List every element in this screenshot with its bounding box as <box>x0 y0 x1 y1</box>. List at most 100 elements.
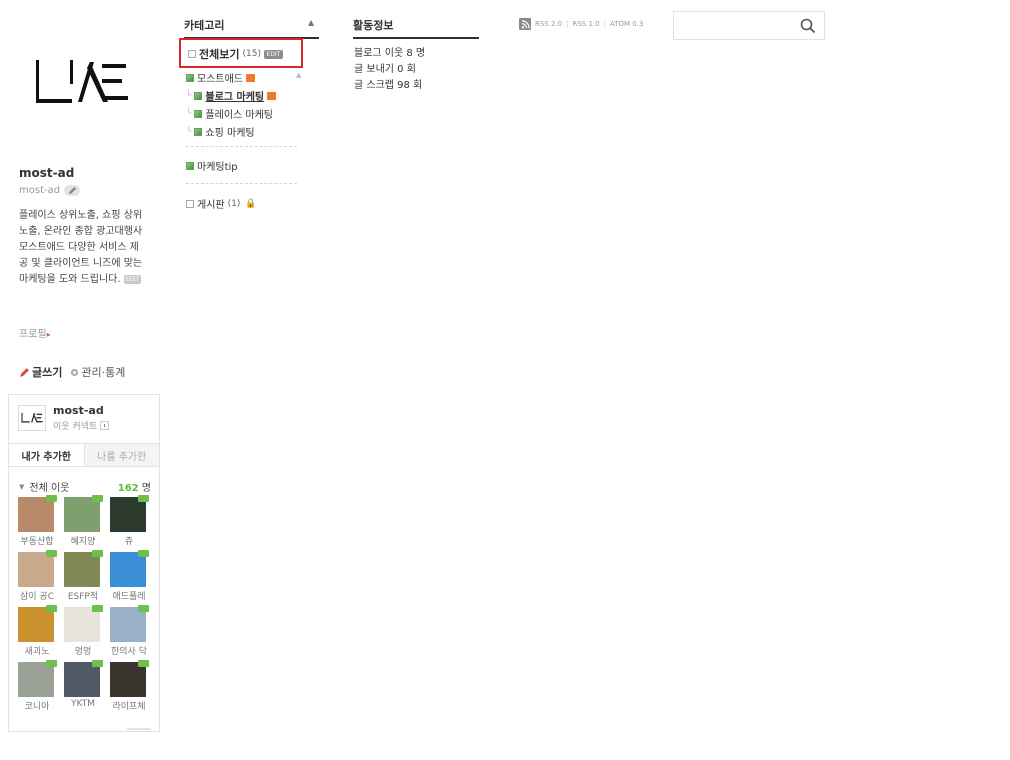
neighbor-label[interactable]: 애드플레 <box>106 589 152 602</box>
atom-link[interactable]: ATOM 0.3 <box>610 20 643 28</box>
activity-scraps: 글 스크랩 98 회 <box>354 80 423 91</box>
write-post-link[interactable]: 글쓰기 <box>19 364 62 380</box>
neighbor-label[interactable]: 코니아 <box>14 699 60 712</box>
category-item[interactable]: 모스트애드 ▲ <box>186 70 301 85</box>
neighbor-label[interactable]: ESFP적 <box>60 589 106 602</box>
category-item[interactable]: └ 블로그 마케팅 <box>186 88 277 103</box>
neighbor-item[interactable]: 라이프체 <box>106 660 155 714</box>
neighbor-label[interactable]: 부동산합 <box>14 534 60 547</box>
neighbor-thumbnail[interactable] <box>110 662 146 697</box>
separator: | <box>603 20 606 28</box>
search-box <box>673 11 825 40</box>
search-icon[interactable] <box>798 16 818 36</box>
category-image-icon <box>186 73 194 82</box>
new-badge <box>92 495 103 502</box>
neighbor-thumbnail[interactable] <box>18 662 54 697</box>
category-item-label: 플레이스 마케팅 <box>205 110 274 121</box>
new-badge <box>138 550 149 557</box>
neighbor-owner-name[interactable]: most-ad <box>53 404 104 417</box>
blog-name[interactable]: most-ad <box>19 166 74 180</box>
neighbor-label[interactable]: 라이프체 <box>106 699 152 712</box>
rss1-link[interactable]: RSS 1.0 <box>572 20 599 28</box>
search-input[interactable] <box>675 13 793 38</box>
neighbor-item[interactable]: 코니아 <box>14 660 63 714</box>
neighbor-item[interactable]: 삼이 공C <box>14 550 63 604</box>
blog-logo[interactable] <box>34 56 130 110</box>
pencil-icon <box>20 367 29 377</box>
tree-branch-icon: └ <box>186 90 192 101</box>
new-badge <box>138 495 149 502</box>
gear-icon <box>71 368 79 376</box>
profile-link[interactable]: 프로필▸ <box>19 325 51 340</box>
category-item-tip[interactable]: 마케팅tip <box>186 158 238 173</box>
new-badge <box>138 605 149 612</box>
pencil-icon[interactable] <box>64 185 81 196</box>
neighbor-thumbnail[interactable] <box>18 607 54 642</box>
neighbor-thumbnail[interactable] <box>110 497 146 532</box>
description-edit-button[interactable]: EDIT <box>123 274 141 284</box>
neighbor-thumbnail[interactable] <box>64 607 100 642</box>
neighbor-item[interactable]: 부동산합 <box>14 495 63 549</box>
chevron-up-icon[interactable]: ▲ <box>308 18 314 27</box>
divider <box>127 728 151 730</box>
tree-branch-icon: └ <box>186 108 192 119</box>
neighbor-count-wrap: 162 명 <box>118 479 151 494</box>
highlight-box <box>179 38 303 68</box>
neighbor-connect-link[interactable]: 이웃 커넥트 <box>53 419 110 432</box>
tab-added-by-me[interactable]: 내가 추가한 <box>9 444 84 466</box>
category-board-label: 게시판 <box>197 200 225 211</box>
neighbor-label[interactable]: 혜지양 <box>60 534 106 547</box>
manage-stats-link[interactable]: 관리·통계 <box>70 364 125 380</box>
new-badge <box>92 605 103 612</box>
category-image-icon <box>194 127 203 136</box>
neighbor-label[interactable]: 쥬 <box>106 534 152 547</box>
rss-icon[interactable] <box>519 18 531 30</box>
neighbor-thumbnail[interactable] <box>64 552 100 587</box>
activity-rule <box>353 37 479 39</box>
neighbor-thumbnail[interactable] <box>64 497 100 532</box>
category-tip-label: 마케팅tip <box>197 162 238 173</box>
lock-icon: 🔒 <box>245 198 257 209</box>
neighbor-thumbnail[interactable] <box>64 662 100 697</box>
neighbor-item[interactable]: 쥬 <box>106 495 155 549</box>
neighbor-item[interactable]: 혜지양 <box>60 495 109 549</box>
neighbor-label[interactable]: 멍멍 <box>60 644 106 657</box>
category-item[interactable]: └ 플레이스 마케팅 <box>186 106 274 122</box>
neighbor-item[interactable]: YKTM <box>60 660 109 714</box>
neighbor-label[interactable]: 한의사 닥 <box>106 644 152 657</box>
neighbor-avatar[interactable] <box>18 405 46 431</box>
chevron-up-icon[interactable]: ▲ <box>296 71 301 79</box>
new-badge <box>46 495 57 502</box>
blog-description: 플레이스 상위노출, 쇼핑 상위노출, 온라인 종합 광고대행사 모스트애드 다… <box>19 208 143 288</box>
blog-id: most-ad <box>19 185 61 196</box>
neighbor-item[interactable]: 애드플레 <box>106 550 155 604</box>
neighbor-item[interactable]: 한의사 닥 <box>106 605 155 659</box>
neighbor-grid: 부동산합 혜지양 쥬삼이 공C ESFP적 애드플레새괴노 멍멍 한의사 닥코니아 YKTM 라… <box>14 495 155 714</box>
category-item-board[interactable]: 게시판 (1) 🔒 <box>186 196 257 211</box>
manage-stats-label: 관리·통계 <box>81 366 126 379</box>
neighbor-label[interactable]: YKTM <box>60 699 106 709</box>
activity-sends: 글 보내기 0 회 <box>354 64 416 75</box>
caret-right-icon: ▸ <box>46 330 51 339</box>
neighbor-thumbnail[interactable] <box>110 552 146 587</box>
neighbor-all-row[interactable]: ▼ 전체 이웃 162 명 <box>19 479 151 495</box>
neighbor-thumbnail[interactable] <box>18 497 54 532</box>
neighbor-thumbnail[interactable] <box>110 607 146 642</box>
neighbor-label[interactable]: 삼이 공C <box>14 589 60 602</box>
activity-title: 활동정보 <box>353 19 394 32</box>
tab-added-me[interactable]: 나를 추가한 <box>83 444 159 466</box>
category-item-label: 블로그 마케팅 <box>205 92 265 103</box>
category-image-icon <box>194 91 203 100</box>
rss2-link[interactable]: RSS 2.0 <box>535 20 562 28</box>
neighbor-item[interactable]: ESFP적 <box>60 550 109 604</box>
new-badge <box>92 550 103 557</box>
profile-link-label: 프로필 <box>19 329 47 340</box>
new-badge <box>46 605 57 612</box>
neighbor-item[interactable]: 멍멍 <box>60 605 109 659</box>
neighbor-item[interactable]: 새괴노 <box>14 605 63 659</box>
neighbor-label[interactable]: 새괴노 <box>14 644 60 657</box>
category-item-label: 쇼핑 마케팅 <box>205 128 255 139</box>
neighbor-thumbnail[interactable] <box>18 552 54 587</box>
new-badge <box>46 550 57 557</box>
category-item[interactable]: └ 쇼핑 마케팅 <box>186 124 255 140</box>
